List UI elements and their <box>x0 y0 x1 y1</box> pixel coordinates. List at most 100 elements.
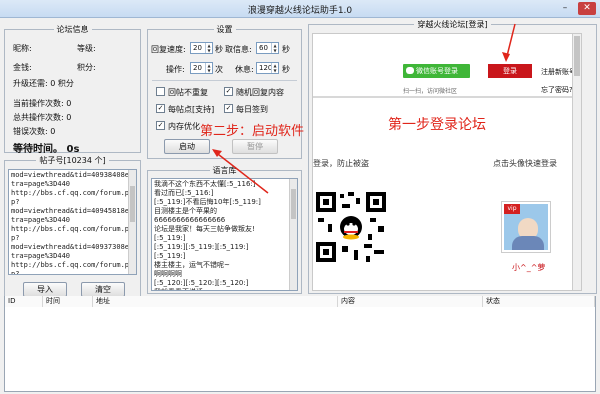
random-reply-label: 随机回复内容 <box>236 88 284 97</box>
wait-time-text: 等待时间。 0s <box>13 144 80 155</box>
fetch-input[interactable]: 60 ▲ ▼ <box>256 42 279 54</box>
log-col-time[interactable]: 时间 <box>43 296 93 307</box>
ops-unit: 次 <box>215 65 223 74</box>
avatar-name: 小^_^萝 <box>512 263 546 272</box>
thread-scroll-thumb[interactable] <box>130 186 135 222</box>
forgot-password-link[interactable]: 忘了密码? <box>541 85 573 95</box>
thread-line: mod=viewthread&tid=40937308ex <box>11 243 134 251</box>
thread-line: p? <box>11 270 20 275</box>
thread-line: p? <box>11 234 20 242</box>
thread-line: tra=page%3D440 <box>11 252 71 260</box>
thread-line: mod=viewthread&tid=40945818ex <box>11 207 134 215</box>
thread-line: http://bbs.cf.qq.com/forum.ph <box>11 261 134 269</box>
webview-scrollbar[interactable] <box>572 34 581 290</box>
fetch-value: 60 <box>259 44 268 52</box>
corpus-line: [:5_119:] <box>154 252 186 260</box>
forum-info-title: 论坛信息 <box>53 25 92 34</box>
wechat-icon <box>406 67 414 74</box>
forum-panel-group: 穿越火线论坛[登录] 微信账号登录 登录 注册新账号 忘了密码? 扫一扫，访问微… <box>308 20 597 294</box>
reply-speed-input[interactable]: 20 ▲ ▼ <box>190 42 213 54</box>
thread-list[interactable]: mod=viewthread&tid=40938408ex tra=page%3D… <box>8 169 137 275</box>
log-col-address[interactable]: 地址 <box>93 296 338 307</box>
random-reply-checkbox[interactable]: ✓ <box>224 87 233 96</box>
corpus-line: 我滴不这个东西不太懂[:5_116:] <box>154 180 256 188</box>
current-ops-text: 当前操作次数: 0 <box>13 99 72 108</box>
reply-speed-spin[interactable]: ▲ ▼ <box>205 43 212 53</box>
thread-scrollbar[interactable] <box>128 170 136 274</box>
import-button[interactable]: 导入 <box>23 282 67 297</box>
ops-spin[interactable]: ▲ ▼ <box>205 63 212 73</box>
register-link[interactable]: 注册新账号 <box>541 67 576 77</box>
points-label: 积分: <box>77 63 96 72</box>
thread-line: p? <box>11 198 20 206</box>
left-login-text: 登录，防止被盗 <box>313 159 369 168</box>
avatar[interactable]: vip <box>502 202 550 252</box>
corpus-line: [:5_119:][:5_119:][:5_119:] <box>154 243 249 251</box>
corpus-line: 楼主楼主，运气不错呢~ <box>154 261 230 269</box>
corpus-line: [:5_120:][:5_120:][:5_120:] <box>154 279 249 287</box>
ops-value: 20 <box>193 64 202 72</box>
level-label: 等级: <box>77 44 96 53</box>
total-ops-text: 总共操作次数: 0 <box>13 113 72 122</box>
corpus-line: 看过而已[:5_116:] <box>154 189 214 197</box>
fetch-label: 取信息: <box>225 45 252 54</box>
thread-line: http://bbs.cf.qq.com/forum.ph <box>11 225 134 233</box>
corpus-scrollbar[interactable] <box>289 179 297 290</box>
ops-input[interactable]: 20 ▲ ▼ <box>190 62 213 74</box>
thread-line: mod=viewthread&tid=40938408ex <box>11 171 134 179</box>
corpus-line: 目测楼主是个苹果的 <box>154 207 217 215</box>
rest-unit: 秒 <box>282 65 290 74</box>
clear-button[interactable]: 清空 <box>81 282 125 297</box>
thread-line: tra=page%3D440 <box>11 216 71 224</box>
log-table[interactable] <box>4 296 596 392</box>
reply-speed-label: 回复速度: <box>151 45 186 54</box>
minimize-button[interactable]: – <box>558 2 572 15</box>
log-col-id[interactable]: ID <box>5 296 43 307</box>
gold-label: 金钱: <box>13 63 32 72</box>
forum-webview[interactable]: 微信账号登录 登录 注册新账号 忘了密码? 扫一扫，访问微社区 第一步登录论坛 … <box>312 33 582 291</box>
wechat-login-label: 微信账号登录 <box>416 67 458 75</box>
rest-spin[interactable]: ▲ ▼ <box>271 63 278 73</box>
title-bar: 浪漫穿越火线论坛助手1.0 – ✕ <box>0 0 600 18</box>
corpus-list[interactable]: 我滴不这个东西不太懂[:5_116:] 看过而已[:5_116:] [:5_119:… <box>151 178 298 291</box>
threads-title: 帖子号[10234 个] <box>36 156 109 165</box>
wechat-login-button[interactable]: 微信账号登录 <box>403 64 470 78</box>
log-col-status[interactable]: 状态 <box>483 296 595 307</box>
reply-speed-value: 20 <box>193 44 202 52</box>
settings-divider <box>152 80 297 81</box>
avatar-body <box>512 236 544 250</box>
log-col-content[interactable]: 内容 <box>338 296 483 307</box>
corpus-line: 啊啊啊啊 <box>154 270 182 278</box>
corpus-group: 语言库 我滴不这个东西不太懂[:5_116:] 看过而已[:5_116:] [:5_… <box>147 166 302 294</box>
memory-opt-checkbox[interactable]: ✓ <box>156 121 165 130</box>
forum-panel-title: 穿越火线论坛[登录] <box>414 20 491 29</box>
no-repeat-checkbox[interactable] <box>156 87 165 96</box>
corpus-list-text: 我滴不这个东西不太懂[:5_116:] 看过而已[:5_116:] [:5_119:… <box>152 179 297 290</box>
daily-signin-checkbox[interactable]: ✓ <box>224 104 233 113</box>
settings-title: 设置 <box>213 25 236 34</box>
corpus-line: [:5_119:] <box>154 234 186 242</box>
settings-group: 设置 回复速度: 20 ▲ ▼ 秒 取信息: 60 ▲ ▼ 秒 操作: 20 ▲ ▼ 次 休… <box>147 25 302 159</box>
corpus-line: 我就看看不说话 <box>154 288 295 290</box>
forum-login-button[interactable]: 登录 <box>488 64 532 78</box>
fetch-unit: 秒 <box>282 45 290 54</box>
support-checkbox[interactable]: ✓ <box>156 104 165 113</box>
webview-scroll-thumb[interactable] <box>574 36 580 76</box>
thread-line: tra=page%3D440 <box>11 180 71 188</box>
start-button[interactable]: 启动 <box>164 139 210 154</box>
reply-speed-unit: 秒 <box>215 45 223 54</box>
step2-annotation: 第二步：启动软件 <box>200 124 305 139</box>
step1-annotation: 第一步登录论坛 <box>388 117 486 133</box>
app-window: 浪漫穿越火线论坛助手1.0 – ✕ 论坛信息 昵称: 等级: 金钱: 积分: 升… <box>0 0 600 394</box>
rest-input[interactable]: 120 ▲ ▼ <box>256 62 279 74</box>
nickname-label: 昵称: <box>13 44 32 53</box>
errors-text: 错误次数: 0 <box>13 127 56 136</box>
corpus-scroll-thumb[interactable] <box>291 189 296 219</box>
pause-button[interactable]: 暂停 <box>232 139 278 154</box>
fetch-spin[interactable]: ▲ ▼ <box>271 43 278 53</box>
corpus-title: 语言库 <box>209 166 240 175</box>
corpus-line: [:5_119:]不看后悔10年[:5_119:] <box>154 198 261 206</box>
forum-divider <box>313 96 581 98</box>
close-button[interactable]: ✕ <box>578 2 596 15</box>
thread-line: http://bbs.cf.qq.com/forum.ph <box>11 189 134 197</box>
